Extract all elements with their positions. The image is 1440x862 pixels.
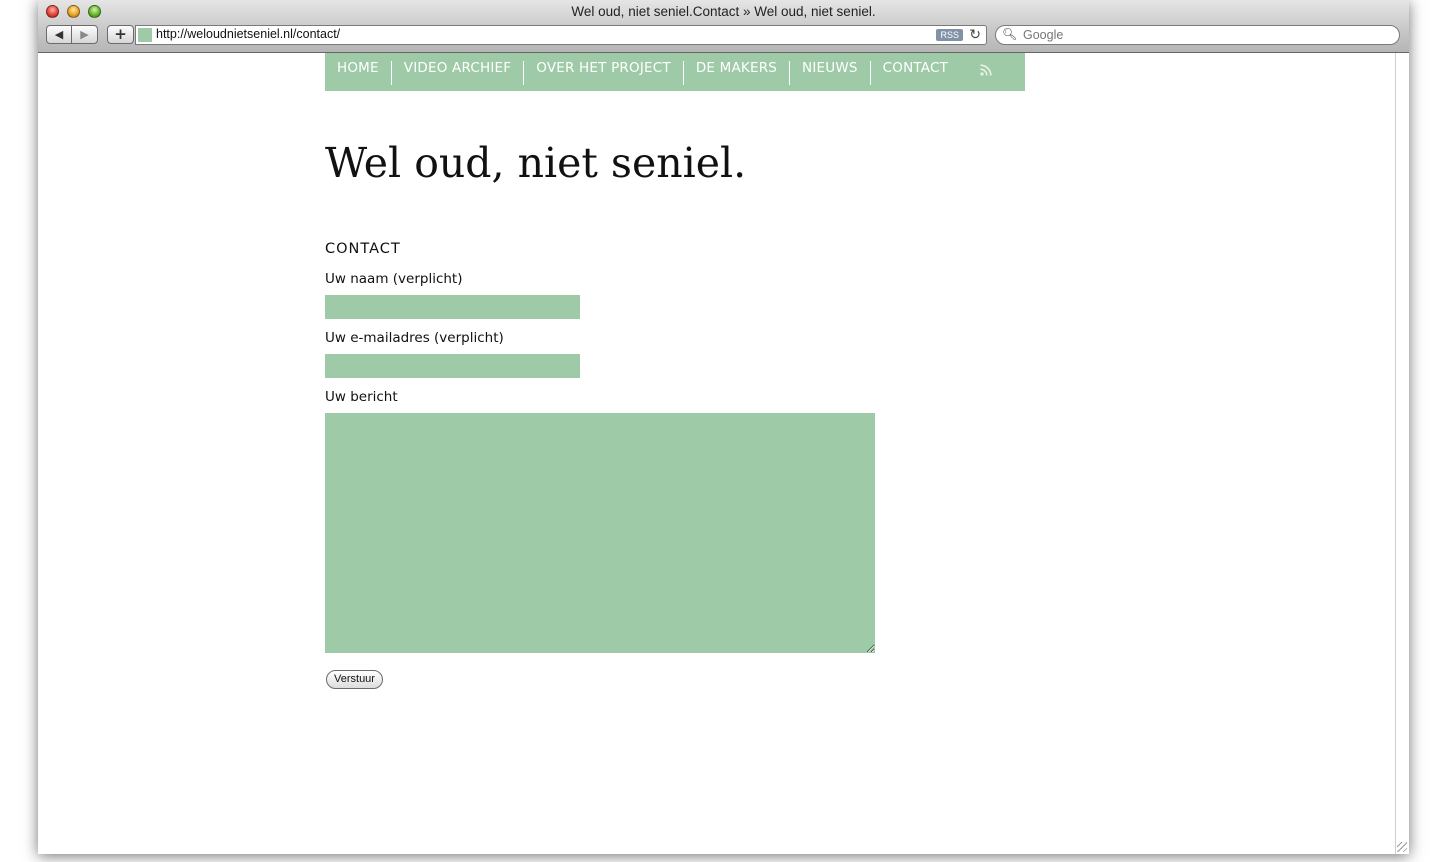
reload-icon[interactable]: ↻ xyxy=(969,26,981,44)
back-arrow-icon: ◀ xyxy=(54,28,64,41)
email-input[interactable] xyxy=(325,354,580,378)
address-bar[interactable]: http://weloudnietseniel.nl/contact/ RSS … xyxy=(135,25,987,45)
resize-grip-icon[interactable] xyxy=(1397,842,1407,852)
site-favicon-icon xyxy=(138,28,152,42)
page-heading: CONTACT xyxy=(325,241,401,257)
browser-titlebar: Wel oud, niet seniel.Contact » Wel oud, … xyxy=(38,0,1409,53)
nav-item-nieuws[interactable]: NIEUWS xyxy=(790,61,871,85)
nav-item-over-het-project[interactable]: OVER HET PROJECT xyxy=(524,61,684,85)
nav-item-home[interactable]: HOME xyxy=(325,61,392,85)
search-icon: 🔍︎ xyxy=(1002,27,1018,41)
window-title: Wel oud, niet seniel.Contact » Wel oud, … xyxy=(571,4,876,19)
email-label: Uw e-mailadres (verplicht) xyxy=(325,330,504,346)
search-placeholder: Google xyxy=(1023,28,1064,42)
rss-button[interactable]: RSS xyxy=(936,29,963,41)
name-input[interactable] xyxy=(325,295,580,319)
forward-arrow-icon: ▶ xyxy=(80,28,89,41)
add-bookmark-button[interactable]: + xyxy=(107,25,134,44)
nav-item-de-makers[interactable]: DE MAKERS xyxy=(684,61,791,85)
plus-icon: + xyxy=(114,25,127,43)
nav-item-video-archief[interactable]: VIDEO ARCHIEF xyxy=(392,61,525,85)
nav-item-contact[interactable]: CONTACT xyxy=(871,61,960,85)
page-viewport: HOME VIDEO ARCHIEF OVER HET PROJECT DE M… xyxy=(38,53,1395,854)
message-label: Uw bericht xyxy=(325,389,398,405)
site-title: Wel oud, niet seniel. xyxy=(325,139,747,187)
rss-feed-icon[interactable] xyxy=(980,64,992,76)
main-navigation: HOME VIDEO ARCHIEF OVER HET PROJECT DE M… xyxy=(325,53,1025,91)
name-label: Uw naam (verplicht) xyxy=(325,271,463,287)
forward-button[interactable]: ▶ xyxy=(71,25,98,44)
browser-window: Wel oud, niet seniel.Contact » Wel oud, … xyxy=(38,0,1409,854)
back-button[interactable]: ◀ xyxy=(46,25,72,44)
message-textarea[interactable] xyxy=(325,413,875,653)
vertical-scrollbar[interactable] xyxy=(1395,53,1409,854)
submit-button[interactable]: Verstuur xyxy=(326,670,383,689)
url-text: http://weloudnietseniel.nl/contact/ xyxy=(156,27,341,41)
search-field[interactable]: 🔍︎ Google xyxy=(995,25,1400,45)
